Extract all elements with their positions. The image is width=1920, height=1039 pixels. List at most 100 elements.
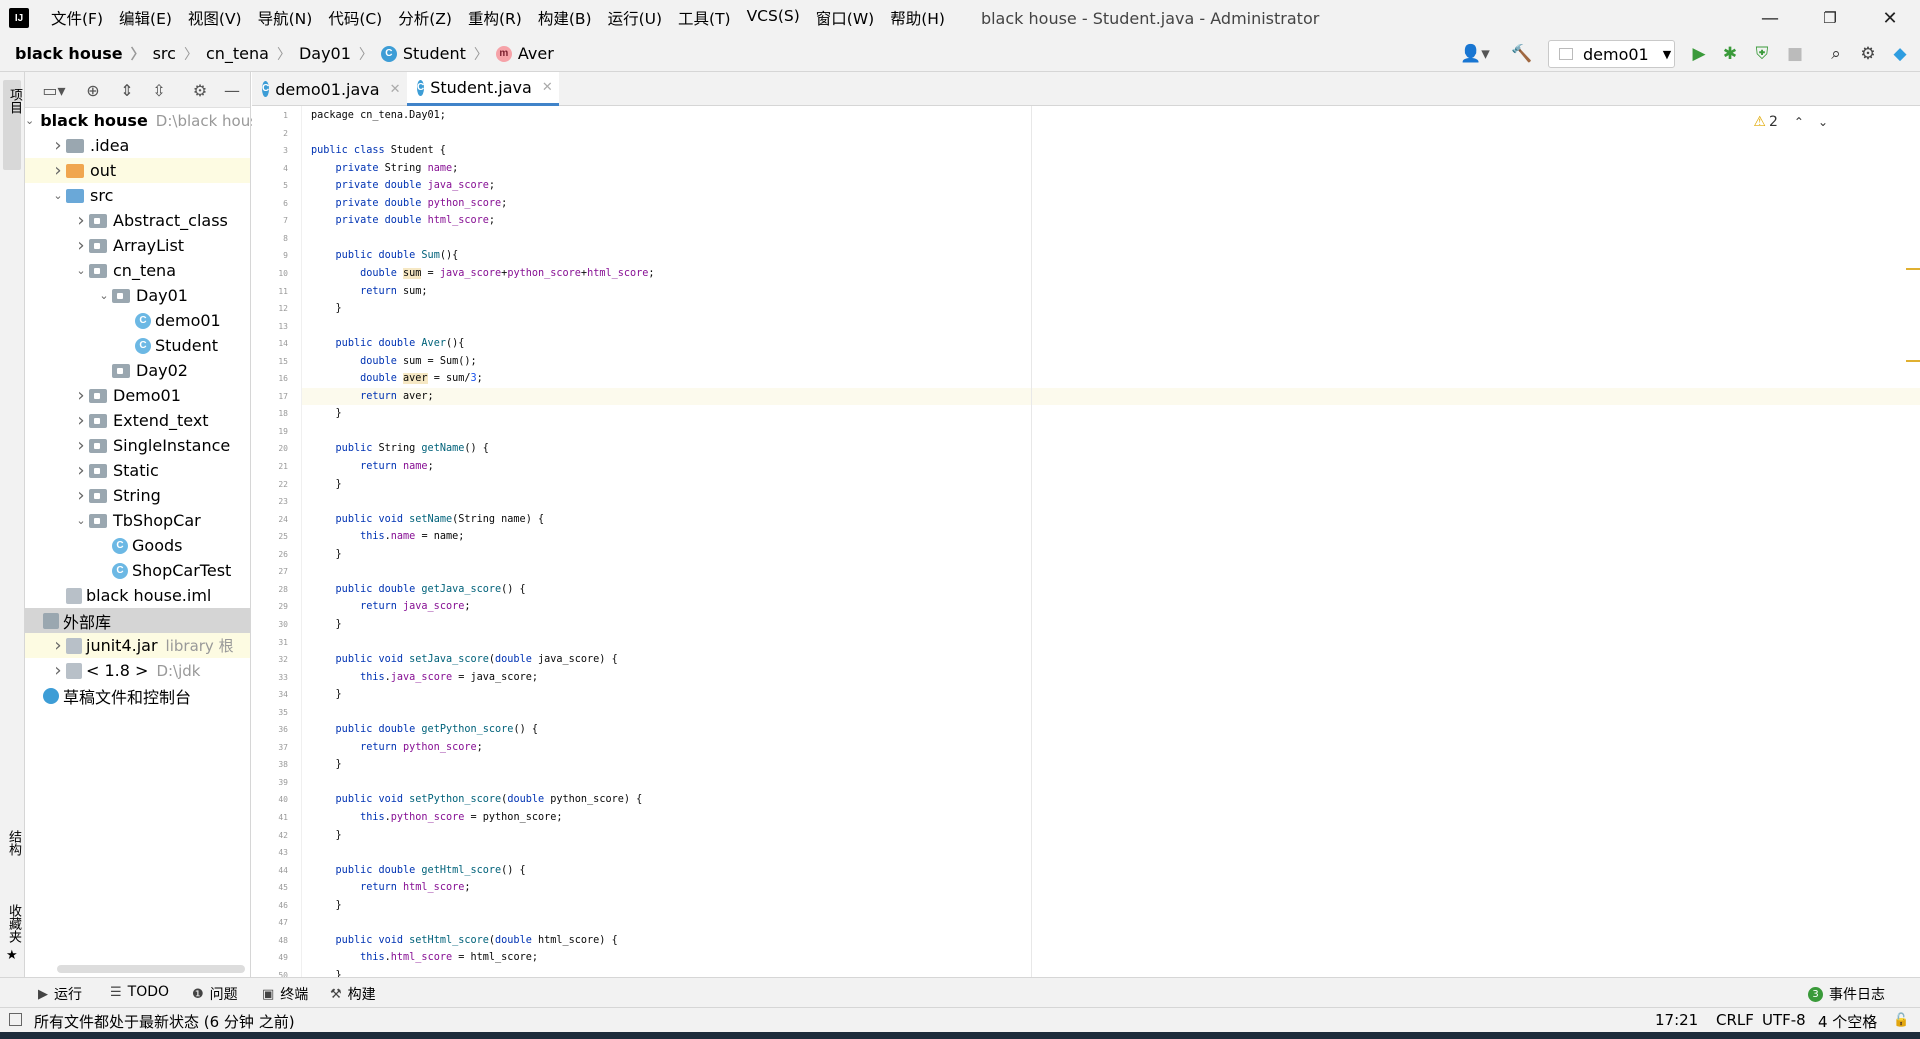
build-tool-button[interactable]: ⚒ 构建 [330,984,376,1004]
horizontal-scrollbar[interactable] [57,965,245,973]
chevron-right-icon[interactable]: › [50,160,66,181]
caret-position[interactable]: 17:21 [1655,1011,1698,1029]
chevron-right-icon[interactable]: › [73,210,89,231]
warning-marker[interactable] [1906,268,1920,270]
close-icon[interactable]: ✕ [390,82,401,97]
expand-all-icon[interactable]: ⇕ [117,80,137,100]
problems-tool-button[interactable]: ❶ 问题 [192,984,238,1004]
run-tool-button[interactable]: ▶ 运行 [38,984,82,1004]
plugin-icon[interactable]: ◆ [1890,44,1910,64]
file-encoding[interactable]: UTF-8 [1762,1011,1806,1029]
restore-button[interactable]: ❐ [1800,0,1860,36]
tree-item[interactable]: ⌄ TbShopCar [25,508,250,533]
chevron-down-icon[interactable]: ⌄ [73,264,89,277]
chevron-down-icon[interactable]: ⌄ [96,289,112,302]
search-icon[interactable]: ⌕ [1826,44,1846,64]
tree-item[interactable]: C Goods [25,533,250,558]
tree-item[interactable]: › Demo01 [25,383,250,408]
todo-tool-button[interactable]: ☰ TODO [110,984,169,1000]
locate-icon[interactable]: ⊕ [83,80,103,100]
hide-icon[interactable]: — [222,80,242,100]
tree-item[interactable]: ⌄ src [25,183,250,208]
tree-item[interactable]: › .idea [25,133,250,158]
menu-item[interactable]: 工具(T) [670,7,739,29]
tree-item[interactable]: black house.iml [25,583,250,608]
indent-setting[interactable]: 4 个空格 [1818,1011,1877,1032]
tab-student[interactable]: C Student.java ✕ [407,72,559,106]
tree-item[interactable]: 草稿文件和控制台 [25,683,250,708]
chevron-right-icon[interactable]: › [73,485,89,506]
menu-item[interactable]: VCS(S) [739,7,808,29]
menu-item[interactable]: 运行(U) [600,7,670,29]
chevron-right-icon[interactable]: › [50,660,66,681]
chevron-right-icon[interactable]: › [50,635,66,656]
warning-marker[interactable] [1906,360,1920,362]
tree-item[interactable]: ⌄ Day01 [25,283,250,308]
chevron-right-icon[interactable]: › [73,385,89,406]
view-mode-icon[interactable]: ▭▾ [37,80,71,100]
menu-item[interactable]: 导航(N) [250,7,321,29]
tree-item[interactable]: 外部库 [25,608,250,633]
tree-item[interactable]: C ShopCarTest [25,558,250,583]
tree-item[interactable]: Day02 [25,358,250,383]
close-button[interactable]: ✕ [1860,0,1920,36]
tree-item[interactable]: › String [25,483,250,508]
gear-icon[interactable]: ⚙ [1858,44,1878,64]
menu-item[interactable]: 重构(R) [460,7,530,29]
debug-icon[interactable]: ✱ [1720,44,1740,64]
tree-item[interactable]: › ArrayList [25,233,250,258]
line-separator[interactable]: CRLF [1716,1011,1754,1029]
run-configuration-select[interactable]: demo01 ▼ [1548,40,1675,68]
tree-item[interactable]: ⌄ cn_tena [25,258,250,283]
tree-item[interactable]: › < 1.8 > D:\jdk [25,658,250,683]
menu-item[interactable]: 帮助(H) [882,7,953,29]
breadcrumb-aver[interactable]: m Aver [488,44,554,63]
tree-item[interactable]: › junit4.jar library 根 [25,633,250,658]
chevron-right-icon[interactable]: › [50,135,66,156]
menu-item[interactable]: 编辑(E) [111,7,180,29]
favorites-tool-tab[interactable]: 收藏夹 [4,904,23,943]
run-icon[interactable]: ▶ [1689,44,1709,64]
tree-item[interactable]: ⌄ black house D:\black house [25,108,267,133]
breadcrumb-cn-tena[interactable]: cn_tena 〉 [198,44,291,64]
menu-item[interactable]: 代码(C) [320,7,390,29]
panel-toggle-icon[interactable] [9,1013,22,1026]
tree-item[interactable]: › out [25,158,250,183]
lock-icon[interactable]: 🔓 [1893,1013,1909,1028]
menu-item[interactable]: 视图(V) [180,7,250,29]
inspection-widget[interactable]: ⚠ 2 ⌃ ⌄ [1753,114,1828,130]
hammer-icon[interactable]: 🔨 [1511,44,1532,64]
coverage-icon[interactable]: ⛨ [1752,44,1772,64]
collapse-all-icon[interactable]: ⇳ [149,80,169,100]
project-tool-tab[interactable]: 项目 [3,80,22,170]
breadcrumb-src[interactable]: src 〉 [145,44,198,64]
menu-item[interactable]: 分析(Z) [390,7,460,29]
chevron-down-icon[interactable]: ⌄ [25,114,34,127]
chevron-right-icon[interactable]: › [73,435,89,456]
event-log-button[interactable]: 3 事件日志 [1808,984,1885,1004]
close-icon[interactable]: ✕ [542,80,553,95]
chevron-down-icon[interactable]: ⌄ [1818,115,1828,129]
user-icon[interactable]: 👤▾ [1460,44,1490,64]
tree-item[interactable]: › Extend_text [25,408,250,433]
tree-item[interactable]: › Static [25,458,250,483]
breadcrumb-day01[interactable]: Day01 〉 [291,44,373,64]
chevron-down-icon[interactable]: ⌄ [50,189,66,202]
gear-icon[interactable]: ⚙ [190,80,210,100]
menu-item[interactable]: 构建(B) [530,7,600,29]
menu-item[interactable]: 窗口(W) [808,7,882,29]
chevron-right-icon[interactable]: › [73,460,89,481]
tree-item[interactable]: › SingleInstance [25,433,250,458]
terminal-tool-button[interactable]: ▣ 终端 [262,984,308,1004]
chevron-up-icon[interactable]: ⌃ [1794,115,1804,129]
structure-tool-tab[interactable]: 结构 [4,830,23,856]
tab-demo01[interactable]: C demo01.java ✕ [252,72,404,106]
breadcrumb-student[interactable]: C Student 〉 [373,44,488,64]
chevron-down-icon[interactable]: ⌄ [73,514,89,527]
chevron-right-icon[interactable]: › [73,235,89,256]
minimize-button[interactable]: — [1740,0,1800,36]
breadcrumb-project[interactable]: black house 〉 [0,44,145,64]
tree-item[interactable]: Cdemo01 [25,308,250,333]
menu-item[interactable]: 文件(F) [43,7,111,29]
tree-item[interactable]: C Student [25,333,250,358]
